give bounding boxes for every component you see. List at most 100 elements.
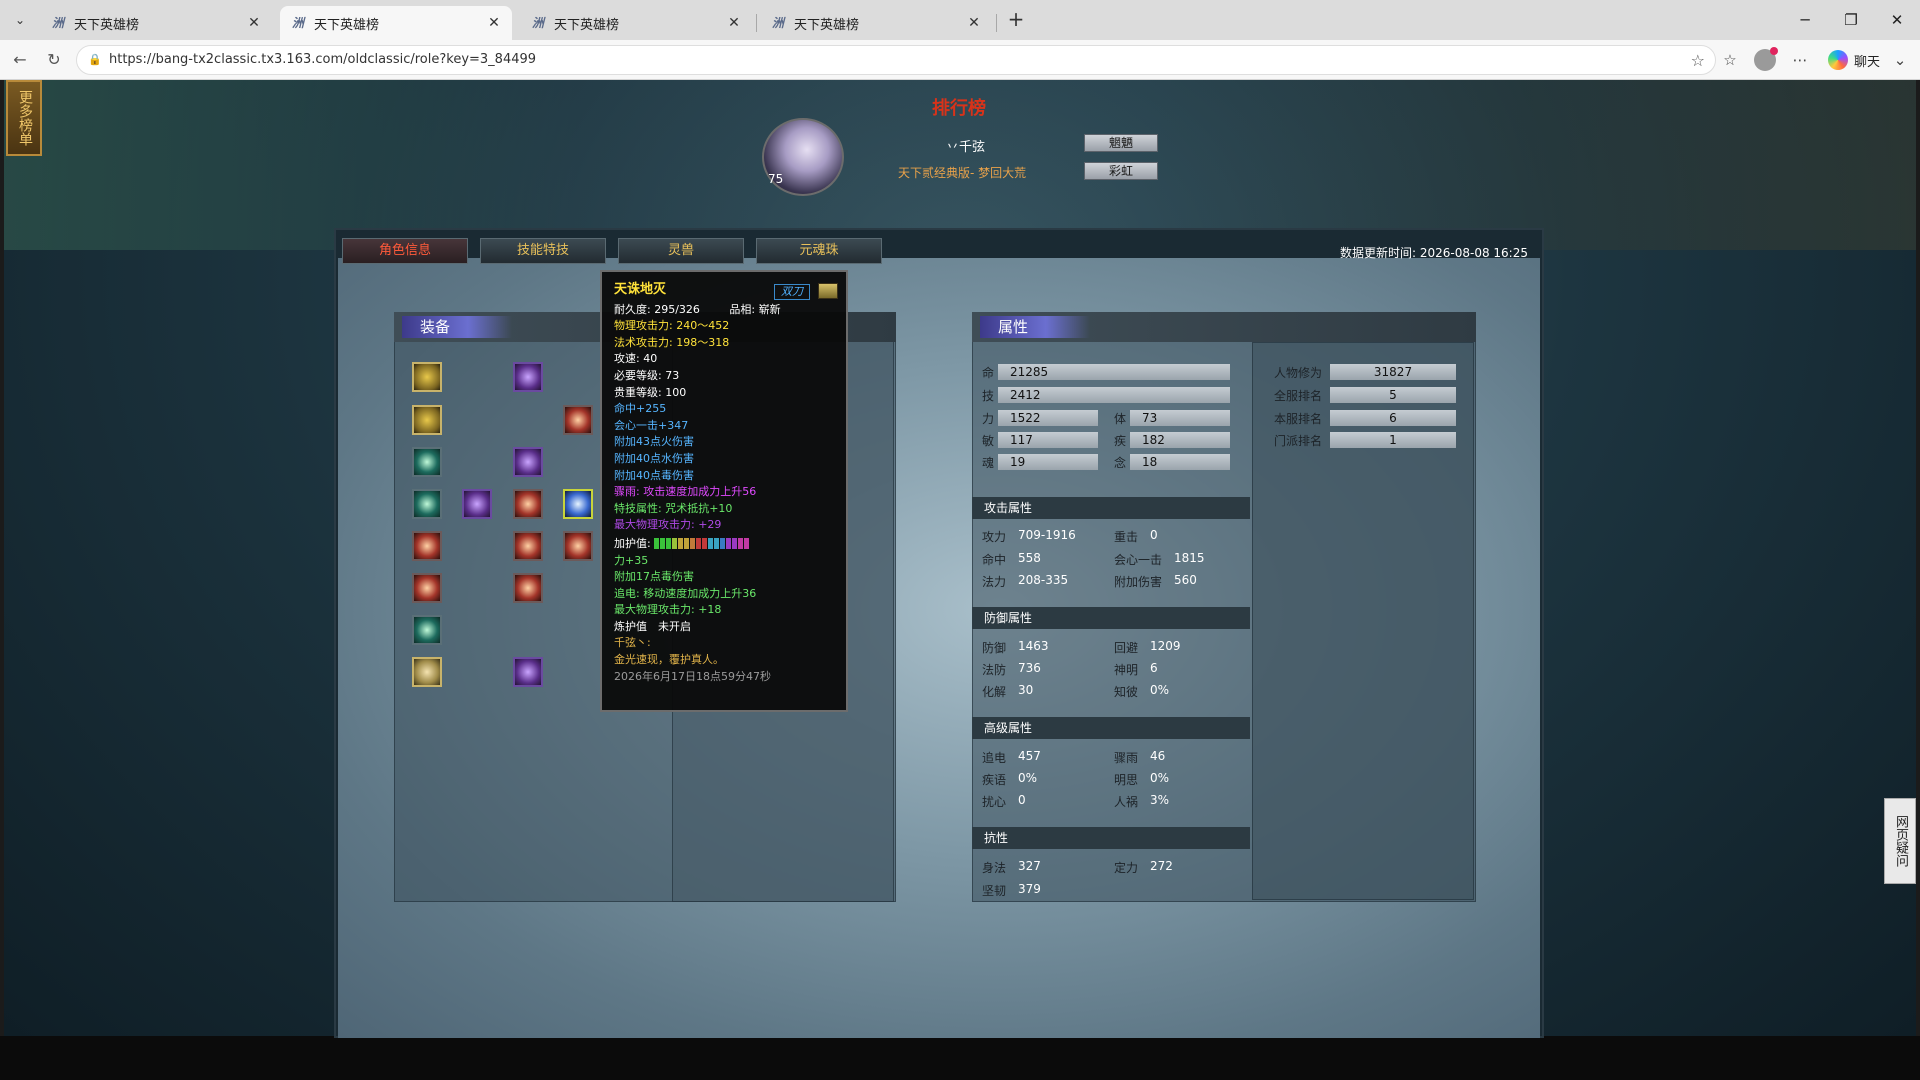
browser-tab[interactable]: 洲 天下英雄榜 ✕ [40, 6, 272, 40]
attr-label: 神明 [1114, 663, 1139, 677]
tab-spirit-beast[interactable]: 灵兽 [618, 238, 744, 264]
site-favicon-icon: 洲 [291, 16, 304, 30]
tab-list-chevron-icon[interactable]: ⌄ [8, 8, 32, 32]
tab-skills[interactable]: 技能特技 [480, 238, 606, 264]
equipment-slot[interactable] [412, 615, 442, 645]
attr-value: 457 [1018, 749, 1041, 763]
equipment-slot[interactable] [513, 573, 543, 603]
rank-value: 6 [1330, 410, 1456, 426]
attr-value: 0% [1150, 771, 1170, 785]
item-water: 附加40点水伤害 [614, 451, 694, 465]
item-hit: 命中+255 [614, 402, 667, 416]
equipment-slot-weapon[interactable] [563, 489, 593, 519]
title-button[interactable]: 彩虹 [1084, 162, 1158, 180]
copilot-chat-button[interactable]: 聊天 [1828, 48, 1880, 72]
close-window-icon[interactable]: ✕ [1874, 6, 1920, 34]
equipment-slot[interactable] [513, 447, 543, 477]
attr-value: 0% [1150, 683, 1170, 697]
stat-value: 182 [1130, 432, 1230, 448]
close-tab-icon[interactable]: ✕ [246, 15, 262, 31]
site-favicon-icon: 洲 [51, 16, 64, 30]
equipment-slot[interactable] [563, 531, 593, 561]
attr-value: 0 [1150, 528, 1158, 542]
more-rankings-side-button[interactable]: 更多榜单 [6, 80, 42, 156]
attr-label: 重击 [1114, 530, 1139, 544]
attribute-header: 属性 [972, 312, 1476, 342]
equipment-slot[interactable] [462, 489, 492, 519]
tab-character-info[interactable]: 角色信息 [342, 238, 468, 264]
item-durability: 耐久度: 295/326 [614, 302, 700, 316]
item-motto: 金光速现，覆护真人。 [614, 653, 724, 667]
guild-button[interactable]: 魍魉 [1084, 134, 1158, 152]
favorites-bar-icon[interactable]: ☆ [1718, 48, 1742, 72]
guard-gem-bar [654, 538, 750, 550]
equipment-slot[interactable] [412, 489, 442, 519]
minimize-icon[interactable]: ─ [1782, 6, 1828, 34]
attribute-title: 属性 [980, 316, 1090, 338]
item-durability-row: 耐久度: 295/326 品相: 崭新 [614, 302, 834, 319]
close-tab-icon[interactable]: ✕ [966, 15, 982, 31]
browser-tab-active[interactable]: 洲 天下英雄榜 ✕ [280, 6, 512, 40]
attr-label: 疾语 [982, 773, 1007, 787]
tab-divider [756, 14, 757, 32]
browser-tab[interactable]: 洲 天下英雄榜 ✕ [760, 6, 992, 40]
tab-title: 天下英雄榜 [554, 17, 620, 33]
profile-avatar[interactable] [1754, 47, 1778, 71]
rank-value: 1 [1330, 432, 1456, 448]
tab-title: 天下英雄榜 [794, 17, 860, 33]
equipment-slot[interactable] [412, 362, 442, 392]
attr-value: 327 [1018, 859, 1041, 873]
stat-value: 2412 [998, 387, 1230, 403]
attack-attributes-header: 攻击属性 [972, 497, 1250, 519]
equipment-slot[interactable] [412, 531, 442, 561]
tab-soul-orb[interactable]: 元魂珠 [756, 238, 882, 264]
restore-icon[interactable]: ❐ [1828, 6, 1874, 34]
rank-label: 全服排名 [1274, 389, 1323, 403]
rank-label: 人物修为 [1274, 366, 1323, 380]
stat-value: 117 [998, 432, 1098, 448]
equipment-slot[interactable] [412, 405, 442, 435]
equipment-slot[interactable] [513, 489, 543, 519]
address-bar[interactable]: 🔒 https://bang-tx2classic.tx3.163.com/ol… [76, 45, 1716, 75]
tab-title: 天下英雄榜 [314, 17, 380, 33]
webpage-faq-side-button[interactable]: 网页疑问 [1884, 798, 1916, 884]
item-crit: 会心一击+347 [614, 418, 689, 432]
url-text[interactable]: https://bang-tx2classic.tx3.163.com/oldc… [109, 52, 536, 67]
equipment-slot[interactable] [513, 531, 543, 561]
stat-value: 18 [1130, 454, 1230, 470]
back-arrow-icon[interactable]: ← [8, 48, 32, 72]
item-refine: 炼护值 未开启 [614, 619, 691, 633]
attr-label: 附加伤害 [1114, 575, 1163, 589]
equipment-slot[interactable] [513, 657, 543, 687]
equipment-slot[interactable] [513, 362, 543, 392]
equipment-slot[interactable] [412, 573, 442, 603]
browser-tab[interactable]: 洲 天下英雄榜 ✕ [520, 6, 752, 40]
equipment-slot[interactable] [412, 657, 442, 687]
more-menu-icon[interactable]: ⋯ [1788, 48, 1812, 72]
equipment-slot[interactable] [563, 405, 593, 435]
data-update-time: 数据更新时间: 2026-08-08 16:25 [1340, 246, 1528, 260]
attr-label: 骤雨 [1114, 751, 1139, 765]
attr-value: 709-1916 [1018, 528, 1076, 542]
attr-label: 身法 [982, 861, 1007, 875]
item-guard-tail: 力+35 [614, 553, 649, 567]
tab-divider [996, 14, 997, 32]
stat-value: 1522 [998, 410, 1098, 426]
equipment-slot[interactable] [412, 447, 442, 477]
close-tab-icon[interactable]: ✕ [726, 15, 742, 31]
stat-label: 体 [1114, 412, 1127, 426]
item-req-level: 必要等级: 73 [614, 368, 680, 382]
attr-value: 6 [1150, 661, 1158, 675]
attr-label: 扰心 [982, 795, 1007, 809]
stat-label: 力 [982, 412, 995, 426]
close-tab-icon[interactable]: ✕ [486, 15, 502, 31]
chevron-down-icon[interactable]: ⌄ [1888, 48, 1912, 72]
weapon-type-badge: 双刀 [774, 284, 810, 300]
site-info-lock-icon[interactable]: 🔒 [87, 52, 103, 68]
favorite-star-icon[interactable]: ☆ [1691, 51, 1705, 70]
attr-value: 272 [1150, 859, 1173, 873]
new-tab-plus-icon[interactable]: + [1004, 8, 1028, 32]
attr-label: 会心一击 [1114, 553, 1163, 567]
attr-value: 1463 [1018, 639, 1049, 653]
reload-icon[interactable]: ↻ [42, 48, 66, 72]
